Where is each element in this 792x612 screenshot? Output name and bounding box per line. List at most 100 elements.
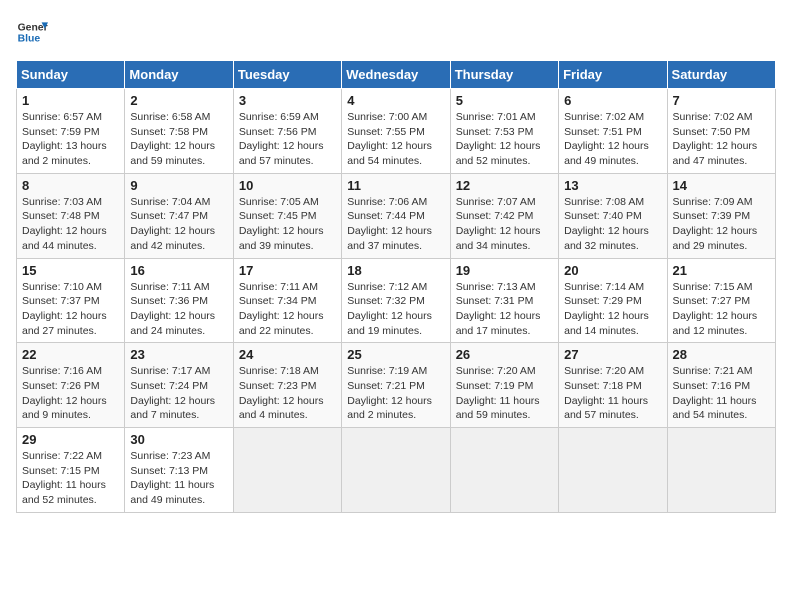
- day-info: Sunrise: 7:06 AM Sunset: 7:44 PM Dayligh…: [347, 195, 444, 254]
- day-info: Sunrise: 7:22 AM Sunset: 7:15 PM Dayligh…: [22, 449, 119, 508]
- calendar-cell: 10Sunrise: 7:05 AM Sunset: 7:45 PM Dayli…: [233, 173, 341, 258]
- day-info: Sunrise: 7:14 AM Sunset: 7:29 PM Dayligh…: [564, 280, 661, 339]
- calendar-cell: 7 Sunrise: 7:02 AM Sunset: 7:50 PM Daylig…: [667, 89, 775, 174]
- day-number: 5: [456, 93, 553, 108]
- day-info: Sunrise: 7:01 AM Sunset: 7:53 PM Dayligh…: [456, 110, 553, 169]
- calendar-cell: [667, 428, 775, 513]
- day-number: 27: [564, 347, 661, 362]
- calendar-week-3: 15 Sunrise: 7:10 AM Sunset: 7:37 PM Dayli…: [17, 258, 776, 343]
- day-info: Sunrise: 7:23 AM Sunset: 7:13 PM Dayligh…: [130, 449, 227, 508]
- calendar-table: SundayMondayTuesdayWednesdayThursdayFrid…: [16, 60, 776, 513]
- weekday-header-thursday: Thursday: [450, 61, 558, 89]
- day-info: Sunrise: 7:09 AM Sunset: 7:39 PM Dayligh…: [673, 195, 770, 254]
- day-number: 25: [347, 347, 444, 362]
- calendar-cell: [559, 428, 667, 513]
- calendar-week-2: 8Sunrise: 7:03 AM Sunset: 7:48 PM Daylig…: [17, 173, 776, 258]
- day-number: 19: [456, 263, 553, 278]
- day-number: 29: [22, 432, 119, 447]
- day-number: 13: [564, 178, 661, 193]
- day-number: 17: [239, 263, 336, 278]
- day-number: 18: [347, 263, 444, 278]
- day-info: Sunrise: 7:15 AM Sunset: 7:27 PM Dayligh…: [673, 280, 770, 339]
- day-info: Sunrise: 7:02 AM Sunset: 7:51 PM Dayligh…: [564, 110, 661, 169]
- day-info: Sunrise: 7:11 AM Sunset: 7:34 PM Dayligh…: [239, 280, 336, 339]
- calendar-cell: 21 Sunrise: 7:15 AM Sunset: 7:27 PM Dayli…: [667, 258, 775, 343]
- weekday-header-saturday: Saturday: [667, 61, 775, 89]
- day-number: 23: [130, 347, 227, 362]
- day-number: 30: [130, 432, 227, 447]
- day-info: Sunrise: 7:10 AM Sunset: 7:37 PM Dayligh…: [22, 280, 119, 339]
- day-info: Sunrise: 7:16 AM Sunset: 7:26 PM Dayligh…: [22, 364, 119, 423]
- calendar-cell: 19 Sunrise: 7:13 AM Sunset: 7:31 PM Dayli…: [450, 258, 558, 343]
- calendar-cell: 16 Sunrise: 7:11 AM Sunset: 7:36 PM Dayli…: [125, 258, 233, 343]
- weekday-header-wednesday: Wednesday: [342, 61, 450, 89]
- day-info: Sunrise: 6:59 AM Sunset: 7:56 PM Dayligh…: [239, 110, 336, 169]
- day-number: 2: [130, 93, 227, 108]
- day-number: 1: [22, 93, 119, 108]
- day-info: Sunrise: 7:19 AM Sunset: 7:21 PM Dayligh…: [347, 364, 444, 423]
- calendar-week-4: 22 Sunrise: 7:16 AM Sunset: 7:26 PM Dayli…: [17, 343, 776, 428]
- calendar-header: SundayMondayTuesdayWednesdayThursdayFrid…: [17, 61, 776, 89]
- calendar-cell: 8Sunrise: 7:03 AM Sunset: 7:48 PM Daylig…: [17, 173, 125, 258]
- calendar-cell: 4 Sunrise: 7:00 AM Sunset: 7:55 PM Daylig…: [342, 89, 450, 174]
- calendar-cell: 28 Sunrise: 7:21 AM Sunset: 7:16 PM Dayli…: [667, 343, 775, 428]
- calendar-cell: 12 Sunrise: 7:07 AM Sunset: 7:42 PM Dayli…: [450, 173, 558, 258]
- day-info: Sunrise: 7:08 AM Sunset: 7:40 PM Dayligh…: [564, 195, 661, 254]
- day-number: 15: [22, 263, 119, 278]
- calendar-cell: 26 Sunrise: 7:20 AM Sunset: 7:19 PM Dayli…: [450, 343, 558, 428]
- day-info: Sunrise: 7:18 AM Sunset: 7:23 PM Dayligh…: [239, 364, 336, 423]
- svg-text:Blue: Blue: [18, 34, 41, 45]
- calendar-cell: 17 Sunrise: 7:11 AM Sunset: 7:34 PM Dayli…: [233, 258, 341, 343]
- weekday-header-monday: Monday: [125, 61, 233, 89]
- calendar-cell: 29 Sunrise: 7:22 AM Sunset: 7:15 PM Dayli…: [17, 428, 125, 513]
- day-info: Sunrise: 7:07 AM Sunset: 7:42 PM Dayligh…: [456, 195, 553, 254]
- day-number: 21: [673, 263, 770, 278]
- calendar-cell: 20 Sunrise: 7:14 AM Sunset: 7:29 PM Dayli…: [559, 258, 667, 343]
- calendar-week-5: 29 Sunrise: 7:22 AM Sunset: 7:15 PM Dayli…: [17, 428, 776, 513]
- calendar-week-1: 1 Sunrise: 6:57 AM Sunset: 7:59 PM Daylig…: [17, 89, 776, 174]
- page-header: General Blue: [16, 16, 776, 48]
- day-info: Sunrise: 7:13 AM Sunset: 7:31 PM Dayligh…: [456, 280, 553, 339]
- day-number: 9: [130, 178, 227, 193]
- calendar-cell: 13 Sunrise: 7:08 AM Sunset: 7:40 PM Dayli…: [559, 173, 667, 258]
- weekday-header-friday: Friday: [559, 61, 667, 89]
- weekday-header-sunday: Sunday: [17, 61, 125, 89]
- calendar-cell: 11 Sunrise: 7:06 AM Sunset: 7:44 PM Dayli…: [342, 173, 450, 258]
- calendar-cell: 1 Sunrise: 6:57 AM Sunset: 7:59 PM Daylig…: [17, 89, 125, 174]
- calendar-cell: 30 Sunrise: 7:23 AM Sunset: 7:13 PM Dayli…: [125, 428, 233, 513]
- day-info: Sunrise: 6:57 AM Sunset: 7:59 PM Dayligh…: [22, 110, 119, 169]
- day-info: Sunrise: 7:11 AM Sunset: 7:36 PM Dayligh…: [130, 280, 227, 339]
- day-number: 16: [130, 263, 227, 278]
- day-info: Sunrise: 7:17 AM Sunset: 7:24 PM Dayligh…: [130, 364, 227, 423]
- day-number: 4: [347, 93, 444, 108]
- calendar-cell: 2 Sunrise: 6:58 AM Sunset: 7:58 PM Daylig…: [125, 89, 233, 174]
- calendar-cell: 5 Sunrise: 7:01 AM Sunset: 7:53 PM Daylig…: [450, 89, 558, 174]
- day-info: Sunrise: 7:20 AM Sunset: 7:19 PM Dayligh…: [456, 364, 553, 423]
- day-info: Sunrise: 7:00 AM Sunset: 7:55 PM Dayligh…: [347, 110, 444, 169]
- day-number: 12: [456, 178, 553, 193]
- calendar-cell: [342, 428, 450, 513]
- day-number: 11: [347, 178, 444, 193]
- day-number: 8: [22, 178, 119, 193]
- day-number: 22: [22, 347, 119, 362]
- day-info: Sunrise: 7:21 AM Sunset: 7:16 PM Dayligh…: [673, 364, 770, 423]
- day-number: 7: [673, 93, 770, 108]
- day-number: 26: [456, 347, 553, 362]
- calendar-cell: 6Sunrise: 7:02 AM Sunset: 7:51 PM Daylig…: [559, 89, 667, 174]
- calendar-cell: [233, 428, 341, 513]
- calendar-cell: 24 Sunrise: 7:18 AM Sunset: 7:23 PM Dayli…: [233, 343, 341, 428]
- calendar-cell: 18Sunrise: 7:12 AM Sunset: 7:32 PM Dayli…: [342, 258, 450, 343]
- calendar-cell: 23 Sunrise: 7:17 AM Sunset: 7:24 PM Dayli…: [125, 343, 233, 428]
- day-info: Sunrise: 7:20 AM Sunset: 7:18 PM Dayligh…: [564, 364, 661, 423]
- day-number: 24: [239, 347, 336, 362]
- day-number: 28: [673, 347, 770, 362]
- day-number: 14: [673, 178, 770, 193]
- weekday-header-tuesday: Tuesday: [233, 61, 341, 89]
- day-info: Sunrise: 7:02 AM Sunset: 7:50 PM Dayligh…: [673, 110, 770, 169]
- calendar-cell: 9 Sunrise: 7:04 AM Sunset: 7:47 PM Daylig…: [125, 173, 233, 258]
- day-number: 20: [564, 263, 661, 278]
- logo-icon: General Blue: [16, 16, 48, 48]
- day-number: 10: [239, 178, 336, 193]
- day-info: Sunrise: 7:04 AM Sunset: 7:47 PM Dayligh…: [130, 195, 227, 254]
- day-info: Sunrise: 6:58 AM Sunset: 7:58 PM Dayligh…: [130, 110, 227, 169]
